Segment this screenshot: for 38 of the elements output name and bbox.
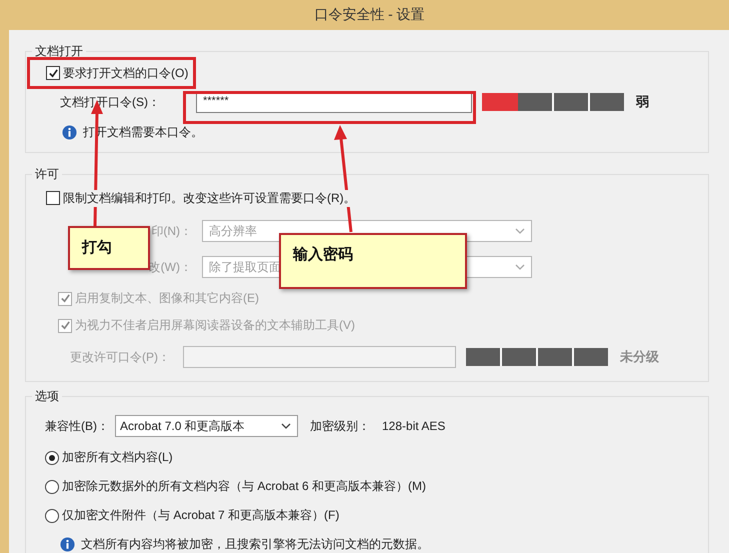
strength-segment <box>590 93 624 111</box>
strength-segment <box>466 348 500 366</box>
encryption-value: 128-bit AES <box>382 419 446 433</box>
dropdown-label: 兼容性(B)： <box>45 418 109 434</box>
dropdown-label: 印(N)： <box>151 222 192 240</box>
radio-button[interactable] <box>45 450 59 464</box>
checkbox[interactable] <box>46 191 60 205</box>
checkbox-label: 要求打开文档的口令(O) <box>63 64 188 82</box>
radio-label: 加密所有文档内容(L) <box>62 449 173 466</box>
strength-segment <box>518 93 552 111</box>
dropdown[interactable]: Acrobat 7.0 和更高版本 <box>115 415 298 437</box>
group-legend: 许可 <box>32 166 62 183</box>
info-icon <box>60 536 75 552</box>
checkbox-label: 为视力不佳者启用屏幕阅读器设备的文本辅助工具(V) <box>75 317 355 334</box>
window-title: 口令安全性 - 设置 <box>314 6 425 24</box>
checkbox[interactable] <box>46 66 60 80</box>
radio-button[interactable] <box>45 508 59 522</box>
chevron-icon <box>281 423 291 429</box>
strength-reading: 未分级 <box>620 348 659 366</box>
strength-segment <box>502 348 536 366</box>
field-label: 更改许可口令(P)： <box>70 348 171 366</box>
chevron-icon <box>515 264 525 270</box>
strength-segment <box>574 348 608 366</box>
radio-label: 加密除元数据外的所有文档内容（与 Acrobat 6 和更高版本兼容）(M) <box>62 478 426 495</box>
strength-reading: 弱 <box>636 93 649 111</box>
radio-label: 仅加密文件附件（与 Acrobat 7 和更高版本兼容）(F) <box>62 507 340 524</box>
group-legend: 文档打开 <box>32 43 86 60</box>
info-icon <box>62 124 77 140</box>
encryption-label: 加密级别： <box>310 418 370 434</box>
checkbox-label: 启用复制文本、图像和其它内容(E) <box>75 290 259 307</box>
radio-button[interactable] <box>45 480 59 494</box>
strength-segment <box>554 93 588 111</box>
strength-segment <box>538 348 572 366</box>
group-legend: 选项 <box>32 388 62 405</box>
info-text: 文档所有内容均将被加密，且搜索引擎将无法访问文档的元数据。 <box>81 536 429 552</box>
chevron-icon <box>515 228 525 234</box>
callout-tooltip: 输入密码 <box>279 233 467 289</box>
callout-tooltip: 打勾 <box>68 226 150 270</box>
